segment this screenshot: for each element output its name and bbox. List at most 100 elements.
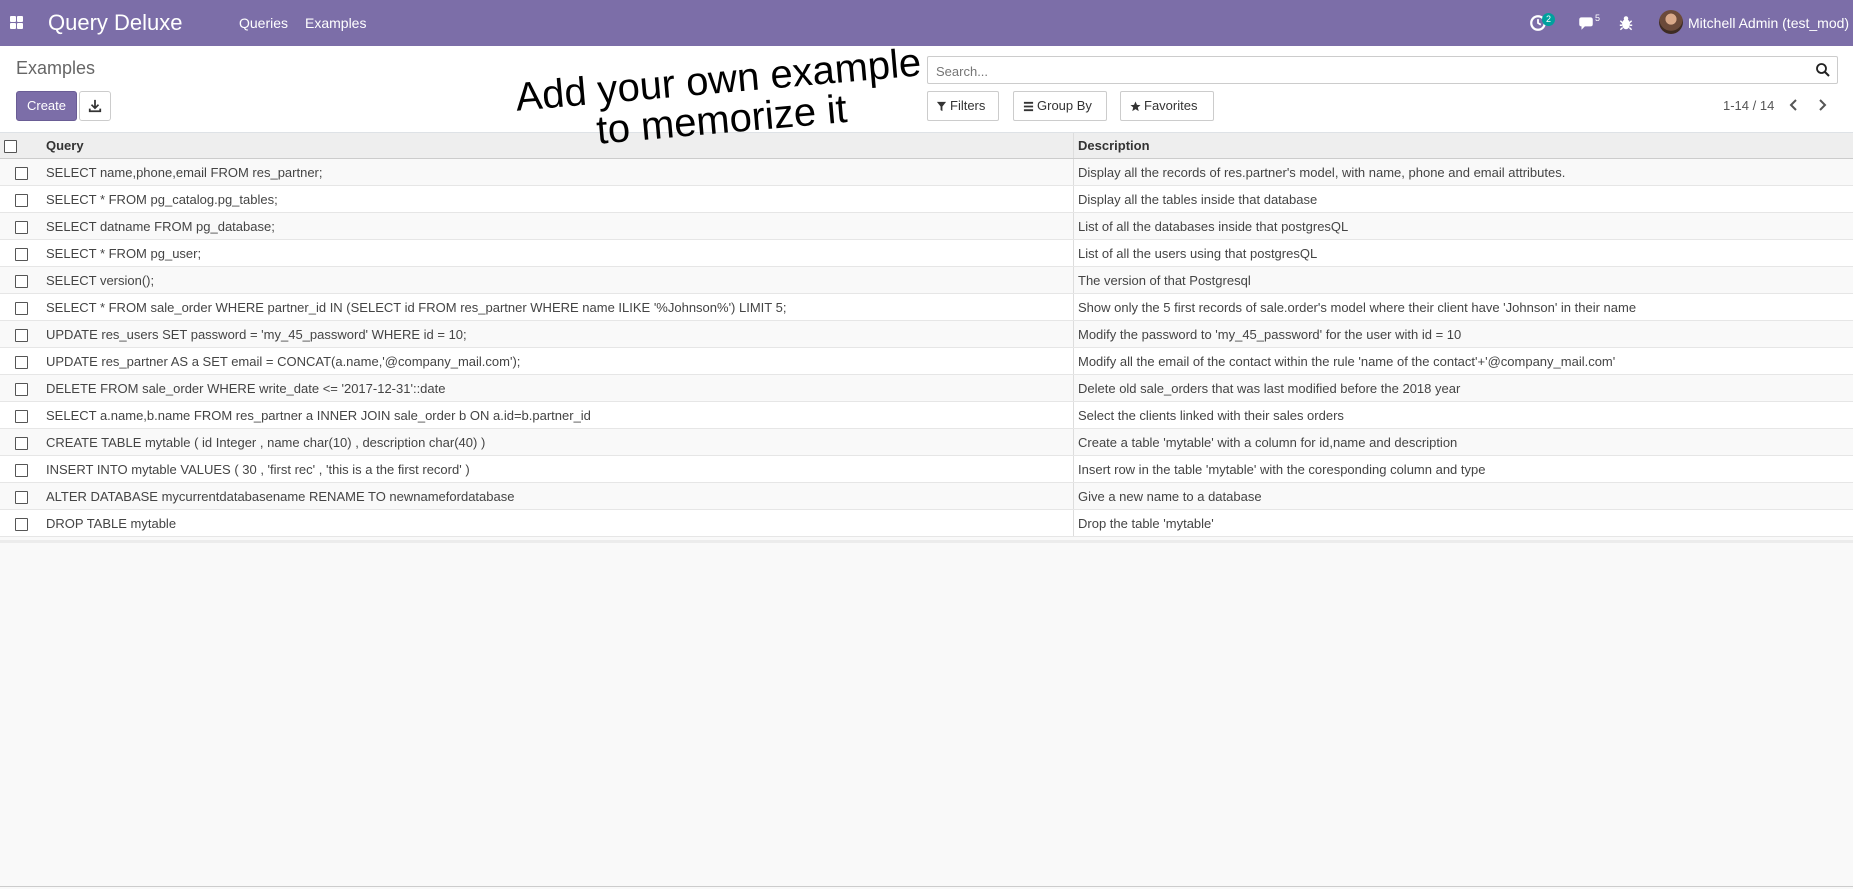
row-select-cell — [0, 482, 42, 510]
row-select-cell — [0, 185, 42, 213]
table-row[interactable]: SELECT version(); The version of that Pos… — [0, 266, 1853, 294]
row-select-cell — [0, 212, 42, 240]
activity-count-badge: 2 — [1542, 13, 1556, 26]
group-by-bars-icon — [1023, 101, 1034, 112]
table-row[interactable]: INSERT INTO mytable VALUES ( 30 , 'first… — [0, 455, 1853, 483]
description-cell[interactable]: Delete old sale_orders that was last mod… — [1073, 374, 1853, 402]
description-cell[interactable]: Display all the tables inside that datab… — [1073, 185, 1853, 213]
download-button[interactable] — [79, 91, 111, 121]
description-cell[interactable]: List of all the users using that postgre… — [1073, 239, 1853, 267]
select-all-checkbox[interactable] — [4, 140, 17, 154]
row-checkbox[interactable] — [14, 517, 28, 531]
table-row[interactable]: UPDATE res_users SET password = 'my_45_p… — [0, 320, 1853, 348]
query-cell[interactable]: SELECT name,phone,email FROM res_partner… — [42, 158, 1074, 186]
table-row[interactable]: CREATE TABLE mytable ( id Integer , name… — [0, 428, 1853, 456]
search-input[interactable] — [934, 61, 1798, 81]
table-row[interactable]: SELECT datname FROM pg_database; List of … — [0, 212, 1853, 240]
search-icon[interactable] — [1815, 62, 1831, 78]
messages-chat-icon[interactable] — [1577, 14, 1595, 32]
row-checkbox[interactable] — [14, 382, 28, 396]
group-by-button[interactable]: Group By — [1013, 91, 1107, 121]
table-body: SELECT name,phone,email FROM res_partner… — [0, 158, 1853, 537]
query-cell[interactable]: UPDATE res_partner AS a SET email = CONC… — [42, 347, 1074, 375]
messages-count-badge: 5 — [1595, 13, 1601, 23]
query-cell[interactable]: UPDATE res_users SET password = 'my_45_p… — [42, 320, 1074, 348]
pager-next-icon[interactable] — [1815, 98, 1829, 112]
apps-menu-icon[interactable] — [10, 16, 23, 29]
examples-list-table: Query Description SELECT name,phone,emai… — [0, 133, 1853, 537]
description-cell[interactable]: Modify the password to 'my_45_password' … — [1073, 320, 1853, 348]
description-cell[interactable]: Show only the 5 first records of sale.or… — [1073, 293, 1853, 321]
table-header-row: Query Description — [0, 133, 1853, 159]
table-row[interactable]: DROP TABLE mytable Drop the table 'mytabl… — [0, 509, 1853, 537]
description-cell[interactable]: The version of that Postgresql — [1073, 266, 1853, 294]
row-checkbox[interactable] — [14, 409, 28, 423]
row-checkbox[interactable] — [14, 193, 28, 207]
query-cell[interactable]: SELECT datname FROM pg_database; — [42, 212, 1074, 240]
menu-item-examples[interactable]: Examples — [305, 15, 366, 31]
favorites-star-icon — [1130, 101, 1141, 112]
app-title[interactable]: Query Deluxe — [48, 10, 183, 36]
search-box[interactable] — [927, 56, 1838, 84]
pager-previous-icon[interactable] — [1787, 98, 1801, 112]
table-footer — [0, 540, 1853, 543]
query-cell[interactable]: DELETE FROM sale_order WHERE write_date … — [42, 374, 1074, 402]
query-cell[interactable]: SELECT version(); — [42, 266, 1074, 294]
table-row[interactable]: SELECT * FROM pg_user; List of all the us… — [0, 239, 1853, 267]
description-cell[interactable]: Insert row in the table 'mytable' with t… — [1073, 455, 1853, 483]
table-row[interactable]: SELECT name,phone,email FROM res_partner… — [0, 158, 1853, 186]
row-select-cell — [0, 320, 42, 348]
filters-label: Filters — [950, 98, 986, 113]
description-cell[interactable]: List of all the databases inside that po… — [1073, 212, 1853, 240]
query-cell[interactable]: SELECT * FROM pg_user; — [42, 239, 1074, 267]
row-checkbox[interactable] — [14, 328, 28, 342]
column-header-description[interactable]: Description — [1073, 133, 1853, 159]
row-checkbox[interactable] — [14, 355, 28, 369]
description-cell[interactable]: Select the clients linked with their sal… — [1073, 401, 1853, 429]
pager-value[interactable]: 1-14 / 14 — [1723, 98, 1774, 113]
favorites-label: Favorites — [1144, 98, 1198, 113]
query-cell[interactable]: SELECT * FROM pg_catalog.pg_tables; — [42, 185, 1074, 213]
row-checkbox[interactable] — [14, 463, 28, 477]
table-row[interactable]: SELECT a.name,b.name FROM res_partner a … — [0, 401, 1853, 429]
user-avatar[interactable] — [1659, 10, 1683, 34]
description-cell[interactable]: Create a table 'mytable' with a column f… — [1073, 428, 1853, 456]
row-checkbox[interactable] — [14, 274, 28, 288]
create-button[interactable]: Create — [16, 91, 77, 121]
query-cell[interactable]: SELECT a.name,b.name FROM res_partner a … — [42, 401, 1074, 429]
download-icon — [88, 99, 102, 113]
table-row[interactable]: SELECT * FROM pg_catalog.pg_tables; Displ… — [0, 185, 1853, 213]
row-checkbox[interactable] — [14, 220, 28, 234]
breadcrumb: Examples — [16, 58, 96, 78]
row-select-cell — [0, 374, 42, 402]
row-select-cell — [0, 347, 42, 375]
row-select-cell — [0, 293, 42, 321]
row-checkbox[interactable] — [14, 247, 28, 261]
page-bottom-divider — [0, 886, 1853, 887]
debug-bug-icon[interactable] — [1617, 14, 1635, 32]
description-cell[interactable]: Give a new name to a database — [1073, 482, 1853, 510]
row-checkbox[interactable] — [14, 436, 28, 450]
query-cell[interactable]: CREATE TABLE mytable ( id Integer , name… — [42, 428, 1074, 456]
favorites-button[interactable]: Favorites — [1120, 91, 1214, 121]
row-checkbox[interactable] — [14, 301, 28, 315]
table-row[interactable]: UPDATE res_partner AS a SET email = CONC… — [0, 347, 1853, 375]
query-cell[interactable]: DROP TABLE mytable — [42, 509, 1074, 537]
table-row[interactable]: DELETE FROM sale_order WHERE write_date … — [0, 374, 1853, 402]
table-row[interactable]: SELECT * FROM sale_order WHERE partner_i… — [0, 293, 1853, 321]
select-all-cell — [0, 133, 42, 159]
group-by-label: Group By — [1037, 98, 1092, 113]
row-select-cell — [0, 455, 42, 483]
menu-item-queries[interactable]: Queries — [239, 15, 288, 31]
query-cell[interactable]: SELECT * FROM sale_order WHERE partner_i… — [42, 293, 1074, 321]
row-checkbox[interactable] — [14, 490, 28, 504]
description-cell[interactable]: Drop the table 'mytable' — [1073, 509, 1853, 537]
row-select-cell — [0, 239, 42, 267]
query-cell[interactable]: INSERT INTO mytable VALUES ( 30 , 'first… — [42, 455, 1074, 483]
user-name[interactable]: Mitchell Admin (test_mod) — [1688, 15, 1849, 31]
row-checkbox[interactable] — [14, 166, 28, 180]
table-row[interactable]: ALTER DATABASE mycurrentdatabasename REN… — [0, 482, 1853, 510]
query-cell[interactable]: ALTER DATABASE mycurrentdatabasename REN… — [42, 482, 1074, 510]
description-cell[interactable]: Modify all the email of the contact with… — [1073, 347, 1853, 375]
description-cell[interactable]: Display all the records of res.partner's… — [1073, 158, 1853, 186]
